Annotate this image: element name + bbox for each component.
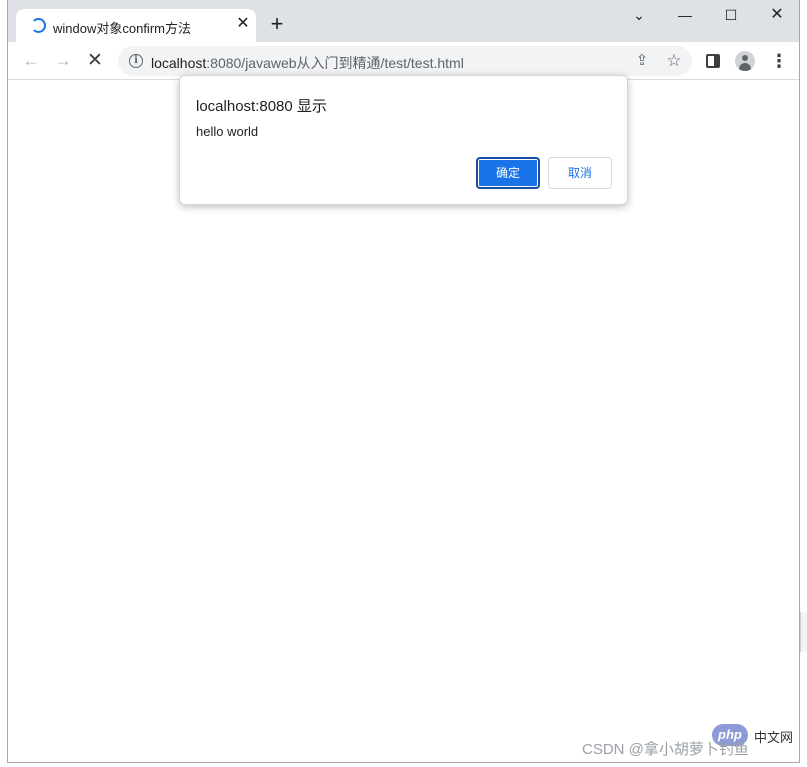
- side-panel-icon[interactable]: [706, 54, 720, 68]
- browser-tab[interactable]: window对象confirm方法 ✕: [16, 9, 256, 42]
- address-bar[interactable]: i localhost:8080/javaweb从入门到精通/test/test…: [118, 46, 692, 76]
- stop-loading-icon[interactable]: ✕: [84, 50, 106, 72]
- bookmark-star-icon[interactable]: ☆: [664, 51, 684, 71]
- back-arrow-icon[interactable]: ←: [20, 50, 42, 72]
- more-menu-icon[interactable]: ⋮: [768, 50, 790, 72]
- close-window-button[interactable]: ✕: [765, 5, 789, 25]
- dialog-title: localhost:8080 显示: [196, 98, 327, 115]
- share-icon[interactable]: ⇪: [632, 51, 652, 71]
- browser-window: window对象confirm方法 ✕ + ⌄ — ☐ ✕ ← → ✕ i lo…: [7, 0, 800, 763]
- loading-spinner-icon: [31, 18, 46, 33]
- forward-arrow-icon[interactable]: →: [52, 50, 74, 72]
- tab-search-icon[interactable]: ⌄: [627, 5, 651, 25]
- dialog-message: hello world: [196, 124, 259, 139]
- tab-close-icon[interactable]: ✕: [234, 15, 252, 33]
- url-text[interactable]: localhost:8080/javaweb从入门到精通/test/test.h…: [151, 53, 464, 73]
- ok-button[interactable]: 确定: [476, 157, 540, 189]
- minimize-button[interactable]: —: [673, 5, 697, 25]
- background-window-edge: [800, 612, 807, 652]
- url-path: :8080/javaweb从入门到精通/test/test.html: [206, 55, 464, 71]
- watermark-text: CSDN @拿小胡萝卜钓鱼: [582, 741, 749, 758]
- site-info-icon[interactable]: i: [129, 54, 143, 68]
- watermark-site: 中文网: [754, 730, 794, 745]
- confirm-dialog: localhost:8080 显示 hello world 确定 取消: [179, 75, 628, 205]
- new-tab-button[interactable]: +: [266, 13, 288, 35]
- cancel-button[interactable]: 取消: [548, 157, 612, 189]
- url-host: localhost: [151, 55, 207, 71]
- title-bar: window对象confirm方法 ✕ + ⌄ — ☐ ✕: [8, 0, 799, 42]
- tab-title: window对象confirm方法: [53, 21, 191, 36]
- maximize-button[interactable]: ☐: [719, 5, 743, 25]
- profile-avatar-icon[interactable]: [735, 51, 755, 71]
